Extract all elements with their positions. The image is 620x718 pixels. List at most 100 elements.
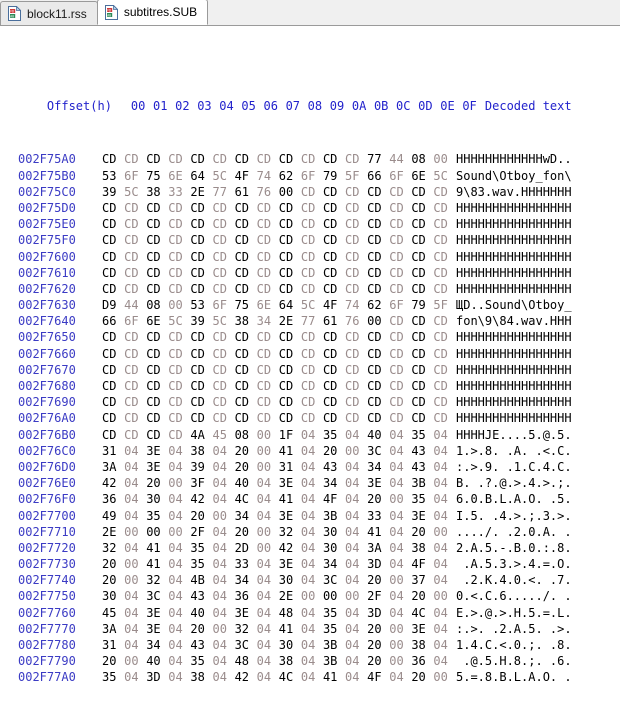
row-decoded-text[interactable]: HHHHHHHHHHHHHHHH xyxy=(456,330,572,344)
hex-byte[interactable]: 41 xyxy=(323,669,345,685)
hex-byte[interactable]: CD xyxy=(190,394,212,410)
hex-byte[interactable]: CD xyxy=(433,216,455,232)
hex-byte[interactable]: 04 xyxy=(433,427,455,443)
row-decoded-text[interactable]: HHHHHHHHHHHHwD.. xyxy=(456,152,572,166)
hex-byte[interactable]: 08 xyxy=(235,427,257,443)
row-decoded-text[interactable]: :.>.9. .1.C.4.C. xyxy=(456,460,572,474)
hex-byte[interactable]: CD xyxy=(124,232,146,248)
hex-byte[interactable]: 35 xyxy=(323,427,345,443)
hex-byte[interactable]: 79 xyxy=(411,297,433,313)
hex-byte[interactable]: CD xyxy=(389,378,411,394)
hex-byte[interactable]: 04 xyxy=(433,572,455,588)
row-decoded-text[interactable]: :.>. .2.A.5. .>. xyxy=(456,622,572,636)
hex-byte[interactable]: 20 xyxy=(190,621,212,637)
row-decoded-text[interactable]: .A.5.3.>.4.=.O. xyxy=(456,557,571,571)
row-decoded-text[interactable]: 6.0.B.L.A.O. .5. xyxy=(456,492,572,506)
hex-byte[interactable]: 04 xyxy=(124,508,146,524)
hex-byte[interactable]: 40 xyxy=(367,427,389,443)
hex-byte[interactable]: 04 xyxy=(124,621,146,637)
hex-byte[interactable]: CD xyxy=(411,346,433,362)
hex-byte[interactable]: 66 xyxy=(367,168,389,184)
hex-byte[interactable]: 04 xyxy=(212,556,234,572)
hex-byte[interactable]: CD xyxy=(146,249,168,265)
hex-byte[interactable]: 04 xyxy=(301,491,323,507)
hex-byte[interactable]: CD xyxy=(323,346,345,362)
hex-byte[interactable]: 04 xyxy=(168,459,190,475)
hex-byte[interactable]: 04 xyxy=(257,475,279,491)
hex-byte[interactable]: 04 xyxy=(345,524,367,540)
hex-byte[interactable]: 04 xyxy=(433,508,455,524)
hex-byte[interactable]: CD xyxy=(168,346,190,362)
hex-byte[interactable]: 62 xyxy=(367,297,389,313)
hex-byte[interactable]: CD xyxy=(301,249,323,265)
hex-byte[interactable]: CD xyxy=(257,232,279,248)
hex-byte[interactable]: 6F xyxy=(124,313,146,329)
hex-byte[interactable]: CD xyxy=(102,346,124,362)
hex-byte[interactable]: CD xyxy=(124,216,146,232)
hex-byte[interactable]: 20 xyxy=(235,459,257,475)
hex-byte[interactable]: CD xyxy=(279,200,301,216)
hex-byte[interactable]: CD xyxy=(389,265,411,281)
hex-byte[interactable]: 04 xyxy=(301,427,323,443)
hex-row[interactable]: 002F7760 45 04 3E 04 40 04 3E 04 48 04 35 04 3D 04 4C 04… xyxy=(0,605,620,621)
hex-byte[interactable]: 61 xyxy=(235,184,257,200)
hex-row[interactable]: 002F76C0 31 04 3E 04 38 04 20 00 41 04 20 00 3C 04 43 04… xyxy=(0,443,620,459)
hex-byte[interactable]: 04 xyxy=(345,508,367,524)
hex-byte[interactable]: CD xyxy=(190,151,212,167)
hex-byte[interactable]: CD xyxy=(389,232,411,248)
hex-byte[interactable]: 61 xyxy=(323,313,345,329)
hex-byte[interactable]: CD xyxy=(212,232,234,248)
hex-byte[interactable]: CD xyxy=(301,362,323,378)
row-decoded-text[interactable]: .@.5.H.8.;. .6. xyxy=(456,654,571,668)
hex-byte[interactable]: 39 xyxy=(190,313,212,329)
hex-byte[interactable]: CD xyxy=(146,427,168,443)
hex-byte[interactable]: CD xyxy=(323,249,345,265)
hex-byte[interactable]: 3E xyxy=(411,508,433,524)
hex-byte[interactable]: CD xyxy=(433,184,455,200)
hex-byte[interactable]: CD xyxy=(168,410,190,426)
hex-byte[interactable]: 45 xyxy=(212,427,234,443)
hex-byte[interactable]: CD xyxy=(102,378,124,394)
hex-byte[interactable]: 42 xyxy=(102,475,124,491)
hex-byte[interactable]: 00 xyxy=(389,491,411,507)
hex-byte[interactable]: CD xyxy=(168,249,190,265)
hex-row[interactable]: 002F75D0 CD CD CD CD CD CD CD CD CD CD CD CD CD CD CD CD… xyxy=(0,200,620,216)
hex-byte[interactable]: 04 xyxy=(168,572,190,588)
hex-byte[interactable]: CD xyxy=(168,329,190,345)
hex-byte[interactable]: CD xyxy=(168,378,190,394)
hex-byte[interactable]: CD xyxy=(301,281,323,297)
hex-byte[interactable]: CD xyxy=(279,394,301,410)
hex-byte[interactable]: CD xyxy=(301,346,323,362)
hex-byte[interactable]: CD xyxy=(124,394,146,410)
row-decoded-text[interactable]: ЩD..Sound\Otboy_ xyxy=(456,298,572,312)
hex-byte[interactable]: 6F xyxy=(212,297,234,313)
hex-byte[interactable]: 48 xyxy=(279,605,301,621)
hex-byte[interactable]: CD xyxy=(102,151,124,167)
hex-byte[interactable]: CD xyxy=(235,265,257,281)
hex-byte[interactable]: CD xyxy=(235,362,257,378)
hex-byte[interactable]: 00 xyxy=(124,653,146,669)
hex-byte[interactable]: 4F xyxy=(411,556,433,572)
hex-byte[interactable]: 75 xyxy=(235,297,257,313)
hex-byte[interactable]: CD xyxy=(279,410,301,426)
hex-byte[interactable]: CD xyxy=(124,249,146,265)
hex-byte[interactable]: 04 xyxy=(345,540,367,556)
hex-byte[interactable]: 04 xyxy=(257,605,279,621)
hex-byte[interactable]: CD xyxy=(257,281,279,297)
hex-byte[interactable]: CD xyxy=(279,378,301,394)
hex-byte[interactable]: 04 xyxy=(212,572,234,588)
hex-byte[interactable]: CD xyxy=(433,313,455,329)
hex-byte[interactable]: 00 xyxy=(433,524,455,540)
hex-byte[interactable]: CD xyxy=(124,346,146,362)
hex-byte[interactable]: 04 xyxy=(124,475,146,491)
hex-byte[interactable]: CD xyxy=(301,329,323,345)
hex-byte[interactable]: 04 xyxy=(212,491,234,507)
hex-byte[interactable]: CD xyxy=(102,200,124,216)
hex-byte[interactable]: 4F xyxy=(367,669,389,685)
hex-byte[interactable]: CD xyxy=(146,232,168,248)
hex-byte[interactable]: 04 xyxy=(124,605,146,621)
hex-row[interactable]: 002F75F0 CD CD CD CD CD CD CD CD CD CD CD CD CD CD CD CD… xyxy=(0,232,620,248)
hex-byte[interactable]: CD xyxy=(190,378,212,394)
hex-byte[interactable]: CD xyxy=(257,216,279,232)
hex-byte[interactable]: 42 xyxy=(235,669,257,685)
